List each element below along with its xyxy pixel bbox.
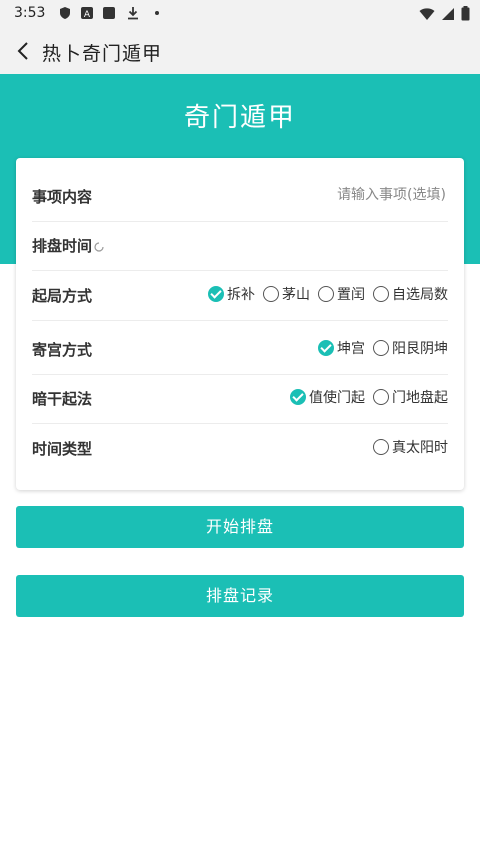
time-row[interactable]: 排盘时间 — [32, 221, 448, 271]
start-method-label: 起局方式 — [32, 287, 93, 305]
matter-row: 事项内容 — [32, 172, 448, 222]
dot-icon — [155, 11, 159, 15]
radio-unchecked-icon[interactable] — [263, 286, 279, 302]
radio-unchecked-icon[interactable] — [373, 389, 389, 405]
radio-unchecked-icon[interactable] — [318, 286, 334, 302]
shield-icon — [60, 7, 70, 19]
battery-icon — [461, 6, 470, 21]
palace-method-label: 寄宫方式 — [32, 341, 93, 359]
palace-method-options: 坤宫 阳艮阴坤 — [318, 338, 448, 358]
radio-option[interactable]: 值使门起 — [290, 387, 365, 407]
time-type-label: 时间类型 — [32, 440, 93, 458]
loading-spinner-icon — [94, 241, 104, 252]
status-time: 3:53 — [14, 5, 46, 21]
hidden-stem-row: 暗干起法 值使门起 门地盘起 — [32, 374, 448, 424]
radio-unchecked-icon[interactable] — [373, 286, 389, 302]
radio-option-label: 置闰 — [337, 287, 365, 303]
matter-label: 事项内容 — [32, 188, 93, 206]
radio-option[interactable]: 自选局数 — [373, 284, 448, 304]
radio-option-label: 真太阳时 — [392, 440, 448, 456]
start-chart-button[interactable]: 开始排盘 — [16, 506, 464, 548]
radio-unchecked-icon[interactable] — [373, 439, 389, 455]
start-method-options: 拆补 茅山 置闰 自选局数 — [208, 284, 448, 304]
radio-option-label: 值使门起 — [309, 390, 365, 406]
radio-option[interactable]: 阳艮阴坤 — [373, 338, 448, 358]
radio-option-label: 坤宫 — [337, 341, 365, 357]
form-card: 事项内容 排盘时间 起局方式 拆补 茅山 置闰 自选局数 寄宫方式 坤宫 阳艮阴坤 暗干… — [16, 158, 464, 490]
palace-method-row: 寄宫方式 坤宫 阳艮阴坤 — [32, 325, 448, 375]
download-icon — [128, 7, 138, 20]
a-box-icon: A — [81, 7, 93, 20]
radio-option[interactable]: 拆补 — [208, 284, 255, 304]
svg-text:A: A — [84, 10, 91, 20]
hero-title: 奇门遁甲 — [183, 103, 296, 133]
wifi-icon — [419, 7, 435, 20]
signal-icon — [442, 7, 454, 20]
radio-option-label: 茅山 — [282, 287, 310, 303]
radio-option[interactable]: 坤宫 — [318, 338, 365, 358]
radio-checked-icon[interactable] — [208, 286, 224, 302]
radio-option-label: 门地盘起 — [392, 390, 448, 406]
hidden-stem-options: 值使门起 门地盘起 — [290, 387, 448, 407]
status-bar: 3:53 A — [0, 0, 480, 28]
app-bar: 热卜奇门遁甲 — [0, 28, 480, 75]
radio-option-label: 自选局数 — [392, 287, 448, 303]
radio-option-label: 阳艮阴坤 — [392, 341, 448, 357]
radio-checked-icon[interactable] — [318, 340, 334, 356]
radio-checked-icon[interactable] — [290, 389, 306, 405]
chart-records-button[interactable]: 排盘记录 — [16, 575, 464, 617]
time-label: 排盘时间 — [32, 235, 104, 256]
time-type-row: 时间类型 真太阳时 — [32, 424, 448, 473]
page-title: 热卜奇门遁甲 — [42, 43, 163, 65]
radio-option[interactable]: 门地盘起 — [373, 387, 448, 407]
chevron-left-icon[interactable] — [12, 39, 36, 63]
start-method-row: 起局方式 拆补 茅山 置闰 自选局数 — [32, 271, 448, 321]
matter-input[interactable] — [244, 186, 448, 204]
radio-option[interactable]: 置闰 — [318, 284, 365, 304]
time-type-options: 真太阳时 — [373, 437, 448, 457]
hidden-stem-label: 暗干起法 — [32, 390, 93, 408]
square-icon — [103, 7, 115, 19]
radio-option[interactable]: 茅山 — [263, 284, 310, 304]
radio-unchecked-icon[interactable] — [373, 340, 389, 356]
radio-option-label: 拆补 — [227, 287, 255, 303]
radio-option[interactable]: 真太阳时 — [373, 437, 448, 457]
